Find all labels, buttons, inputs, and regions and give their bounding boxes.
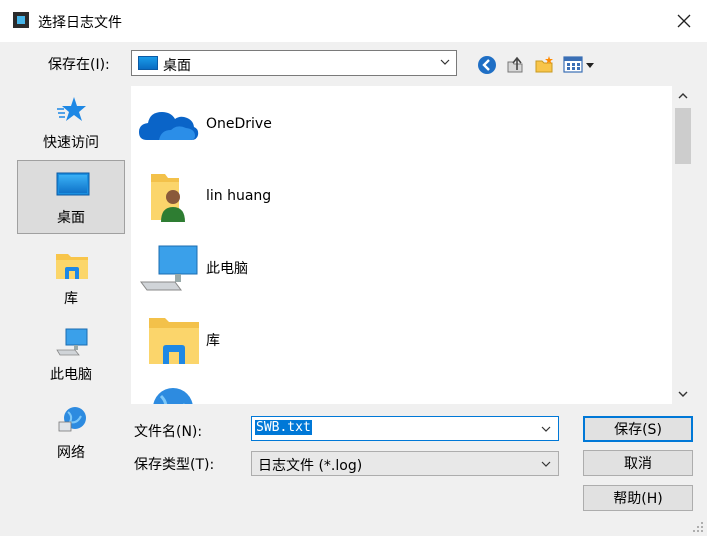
scroll-up-button[interactable] [672,86,694,106]
view-menu-icon[interactable] [563,55,597,75]
chevron-down-icon [541,461,551,467]
filetype-label: 保存类型(T): [134,457,215,473]
computer-icon [56,328,88,356]
filetype-dropdown[interactable]: 日志文件 (*.log) [251,451,559,476]
scroll-down-button[interactable] [672,384,694,404]
library-icon [56,254,88,279]
scroll-thumb[interactable] [675,108,691,164]
title-bar: 选择日志文件 [0,0,707,42]
place-label: 此电脑 [50,367,92,383]
user-folder-icon [151,174,185,222]
network-icon [153,388,193,404]
list-item[interactable]: OneDrive [131,94,671,158]
up-folder-icon[interactable] [505,55,525,75]
file-name: OneDrive [206,116,272,132]
filetype-value: 日志文件 (*.log) [258,458,363,474]
app-icon [13,12,29,28]
look-in-value: 桌面 [163,58,191,74]
place-network[interactable]: 网络 [17,396,125,470]
look-in-label: 保存在(I): [48,57,110,73]
place-library[interactable]: 库 [17,242,125,316]
star-icon [57,97,86,121]
file-list[interactable]: OneDrive lin huang 此电脑 库 [131,86,694,404]
cancel-button[interactable]: 取消 [583,450,693,476]
save-dialog: 选择日志文件 保存在(I): 桌面 快速访问 桌面 库 此电脑 网络 OneDr… [0,0,707,536]
back-icon[interactable] [477,55,497,75]
file-list-scrollbar[interactable] [672,86,694,404]
place-label: 快速访问 [43,135,99,151]
help-button[interactable]: 帮助(H) [583,485,693,511]
filename-label: 文件名(N): [134,424,203,440]
network-icon [58,407,86,432]
place-desktop[interactable]: 桌面 [17,160,125,234]
window-title: 选择日志文件 [38,15,122,31]
close-button[interactable] [661,0,707,42]
chevron-up-icon [678,93,688,99]
list-item[interactable]: 库 [131,308,671,372]
computer-icon [140,245,198,291]
save-button[interactable]: 保存(S) [583,416,693,442]
list-item[interactable]: 此电脑 [131,236,671,300]
file-name: lin huang [206,188,272,204]
filename-combobox[interactable]: SWB.txt [251,416,559,441]
place-quick-access[interactable]: 快速访问 [17,86,125,160]
new-folder-icon[interactable] [534,55,554,75]
look-in-dropdown[interactable]: 桌面 [131,50,457,76]
file-name: 库 [206,333,220,349]
library-icon [149,318,199,364]
resize-grip-icon[interactable] [692,521,704,533]
place-label: 库 [64,291,78,307]
place-label: 网络 [57,445,85,461]
chevron-down-icon [440,59,450,65]
chevron-down-icon[interactable] [541,424,551,434]
places-bar: 快速访问 桌面 库 此电脑 网络 [15,86,127,536]
place-this-pc[interactable]: 此电脑 [17,318,125,392]
filename-input[interactable]: SWB.txt [255,420,312,435]
place-label: 桌面 [57,210,85,226]
list-item[interactable] [131,378,671,404]
close-icon [677,14,691,28]
list-item[interactable]: lin huang [131,166,671,230]
cloud-icon [139,112,199,140]
desktop-icon [56,172,90,196]
file-name: 此电脑 [206,261,248,277]
chevron-down-icon [678,391,688,397]
desktop-icon [138,56,158,70]
